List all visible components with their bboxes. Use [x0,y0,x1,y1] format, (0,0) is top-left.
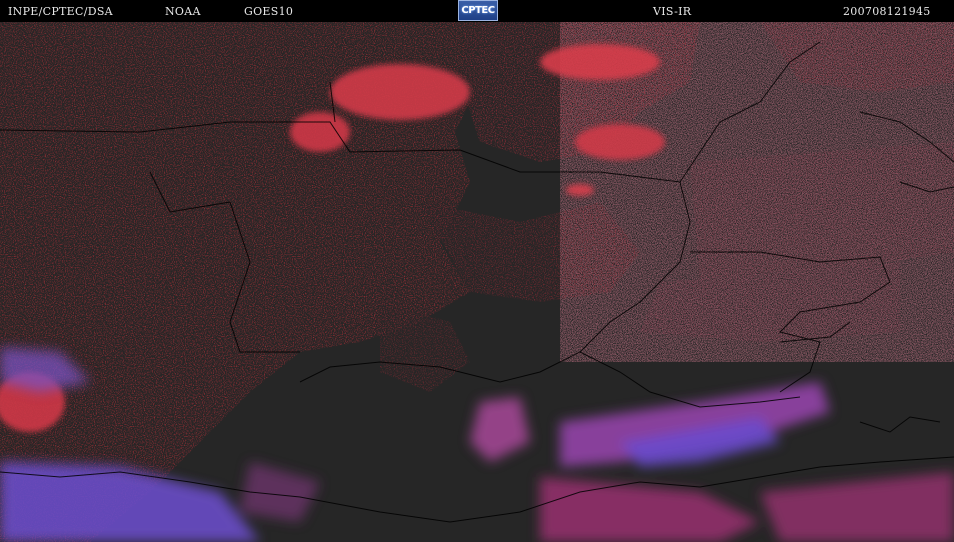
timestamp-label: 200708121945 [843,5,931,18]
satellite-imagery [0,22,954,542]
satellite-image-frame: INPE/CPTEC/DSA NOAA GOES10 CPTEC VIS-IR … [0,0,954,542]
satellite-label: GOES10 [244,5,294,18]
image-header-bar: INPE/CPTEC/DSA NOAA GOES10 CPTEC VIS-IR … [0,0,954,22]
cptec-logo-text: CPTEC [461,5,495,16]
operator-label: NOAA [165,5,201,18]
channel-label: VIS-IR [653,5,692,18]
agency-label: INPE/CPTEC/DSA [8,5,113,18]
cptec-logo: CPTEC [458,0,498,21]
